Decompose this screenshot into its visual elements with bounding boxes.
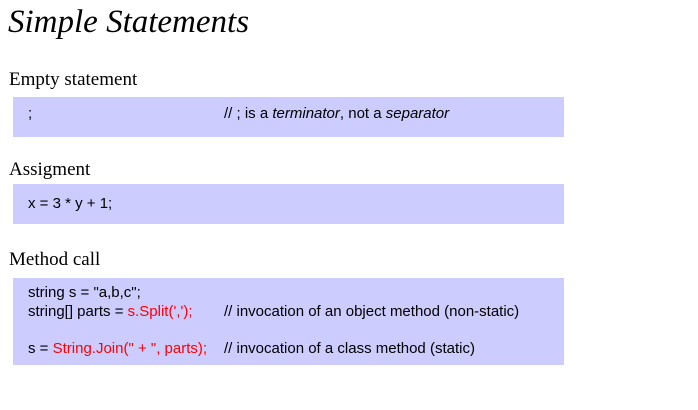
code-text: string[] parts = xyxy=(28,303,128,320)
code-line: ; xyxy=(28,105,33,122)
comment-emphasis-terminator: terminator xyxy=(272,105,340,122)
code-text: s = xyxy=(28,340,53,357)
page-title: Simple Statements xyxy=(8,4,250,40)
section-heading-empty-statement: Empty statement xyxy=(9,69,138,90)
section-heading-method-call: Method call xyxy=(9,249,101,270)
code-line: string s = "a,b,c"; xyxy=(28,284,141,301)
code-highlight: String.Join(" + ", parts); xyxy=(52,340,208,357)
code-line: x = 3 * y + 1; xyxy=(28,195,113,212)
comment-text: // ; is a xyxy=(224,105,273,122)
code-comment: // invocation of a class method (static) xyxy=(224,340,475,357)
code-line: s = String.Join(" + ", parts); xyxy=(28,340,207,358)
code-block-assignment: x = 3 * y + 1; xyxy=(13,184,564,224)
code-block-empty-statement: ; // ; is a terminator, not a separator xyxy=(13,97,564,137)
code-line: string[] parts = s.Split(','); xyxy=(28,303,193,321)
code-highlight: s.Split(','); xyxy=(127,303,193,320)
section-heading-assignment: Assigment xyxy=(9,159,91,180)
comment-emphasis-separator: separator xyxy=(385,105,450,122)
comment-text: , not a xyxy=(339,105,386,122)
code-block-method-call: string s = "a,b,c"; string[] parts = s.S… xyxy=(13,278,564,365)
code-comment: // invocation of an object method (non-s… xyxy=(224,303,520,320)
code-comment: // ; is a terminator, not a separator xyxy=(224,105,449,123)
